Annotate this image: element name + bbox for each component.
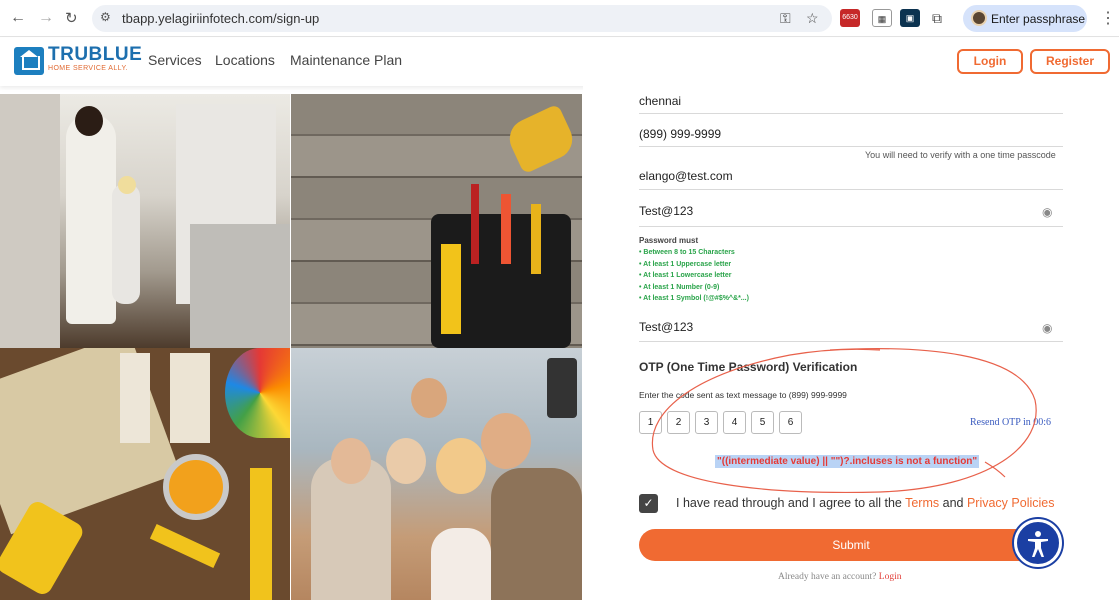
- photo-collage: [0, 86, 582, 600]
- password-rule: • At least 1 Symbol (!@#$%^&*...): [639, 295, 749, 302]
- phone-field[interactable]: (899) 999-9999: [639, 127, 721, 141]
- nav-maintenance-plan[interactable]: Maintenance Plan: [290, 52, 402, 68]
- otp-title: OTP (One Time Password) Verification: [639, 360, 858, 374]
- city-field[interactable]: chennai: [639, 94, 681, 108]
- agree-and: and: [939, 496, 967, 510]
- divider: [639, 146, 1063, 147]
- puzzle-icon[interactable]: ⧉: [927, 9, 947, 27]
- otp-digit-input[interactable]: 2: [667, 411, 690, 434]
- privacy-policies-link[interactable]: Privacy Policies: [967, 496, 1055, 510]
- profile-button-label: Enter passphrase: [991, 12, 1086, 26]
- family-selfie-photo: [291, 348, 582, 600]
- already-text: Already have an account?: [778, 572, 879, 582]
- reload-icon[interactable]: ↻: [65, 9, 78, 27]
- password-rule: • Between 8 to 15 Characters: [639, 249, 735, 256]
- profile-button[interactable]: Enter passphrase: [963, 5, 1087, 32]
- divider: [639, 189, 1063, 190]
- forward-icon[interactable]: →: [38, 9, 54, 27]
- eye-icon[interactable]: ◉: [1042, 321, 1052, 335]
- divider: [639, 113, 1063, 114]
- logo-tagline: HOME SERVICE ALLY.: [48, 65, 128, 72]
- signup-form: chennai (899) 999-9999 You will need to …: [583, 86, 1119, 600]
- logo-icon[interactable]: [14, 47, 44, 75]
- submit-button[interactable]: Submit: [639, 529, 1063, 561]
- check-icon: ✓: [643, 496, 654, 510]
- already-have-account: Already have an account? Login: [778, 572, 901, 582]
- otp-digit-input[interactable]: 4: [723, 411, 746, 434]
- url-text[interactable]: tbapp.yelagiriinfotech.com/sign-up: [122, 11, 319, 26]
- divider: [639, 341, 1063, 342]
- agree-text: I have read through and I agree to all t…: [676, 496, 1054, 510]
- back-icon[interactable]: ←: [10, 9, 26, 27]
- otp-digit-input[interactable]: 6: [779, 411, 802, 434]
- otp-subtitle: Enter the code sent as text message to (…: [639, 390, 847, 400]
- kitchen-photo: [0, 94, 290, 348]
- confirm-password-field[interactable]: Test@123: [639, 320, 693, 334]
- extension-icon[interactable]: ▣: [900, 9, 920, 27]
- agree-checkbox[interactable]: ✓: [639, 494, 658, 513]
- toolbelt-photo: [291, 94, 582, 348]
- nav-services[interactable]: Services: [148, 52, 202, 68]
- password-rule: • At least 1 Lowercase letter: [639, 272, 732, 279]
- password-field[interactable]: Test@123: [639, 204, 693, 218]
- qr-extension-icon[interactable]: ▦: [872, 9, 892, 27]
- email-field[interactable]: elango@test.com: [639, 169, 733, 183]
- terms-link[interactable]: Terms: [905, 496, 939, 510]
- avatar: [971, 10, 987, 26]
- browser-toolbar: ← → ↻ ⚙ tbapp.yelagiriinfotech.com/sign-…: [0, 0, 1119, 37]
- site-settings-icon[interactable]: ⚙: [100, 10, 111, 24]
- extension-badge[interactable]: 6630: [840, 9, 860, 27]
- error-message: "((intermediate value) || "")?.incluses …: [715, 455, 980, 468]
- logo-name[interactable]: TRUBLUE: [48, 44, 142, 66]
- eye-icon[interactable]: ◉: [1042, 205, 1052, 219]
- password-rule: • At least 1 Uppercase letter: [639, 261, 732, 268]
- password-rule: • At least 1 Number (0-9): [639, 284, 720, 291]
- otp-digit-input[interactable]: 1: [639, 411, 662, 434]
- accessibility-button[interactable]: [1014, 519, 1062, 567]
- kebab-menu-icon[interactable]: ⋮: [1100, 8, 1116, 28]
- address-bar[interactable]: ⚙ tbapp.yelagiriinfotech.com/sign-up ⚿ ☆: [92, 5, 832, 32]
- key-icon[interactable]: ⚿: [780, 10, 791, 27]
- accessibility-icon: [1028, 531, 1048, 557]
- tools-flatlay-photo: [0, 348, 290, 600]
- otp-digit-input[interactable]: 3: [695, 411, 718, 434]
- agree-prefix: I have read through and I agree to all t…: [676, 496, 906, 510]
- login-button[interactable]: Login: [957, 49, 1023, 74]
- site-header: TRUBLUE HOME SERVICE ALLY. Services Loca…: [0, 38, 1119, 86]
- otp-digit-input[interactable]: 5: [751, 411, 774, 434]
- register-button[interactable]: Register: [1030, 49, 1110, 74]
- bottom-login-link[interactable]: Login: [879, 572, 902, 582]
- phone-hint: You will need to verify with a one time …: [865, 150, 1056, 160]
- divider: [639, 226, 1063, 227]
- password-rules-title: Password must: [639, 236, 699, 245]
- nav-locations[interactable]: Locations: [215, 52, 275, 68]
- star-icon[interactable]: ☆: [806, 10, 819, 27]
- resend-otp-link[interactable]: Resend OTP in 00:6: [970, 417, 1051, 428]
